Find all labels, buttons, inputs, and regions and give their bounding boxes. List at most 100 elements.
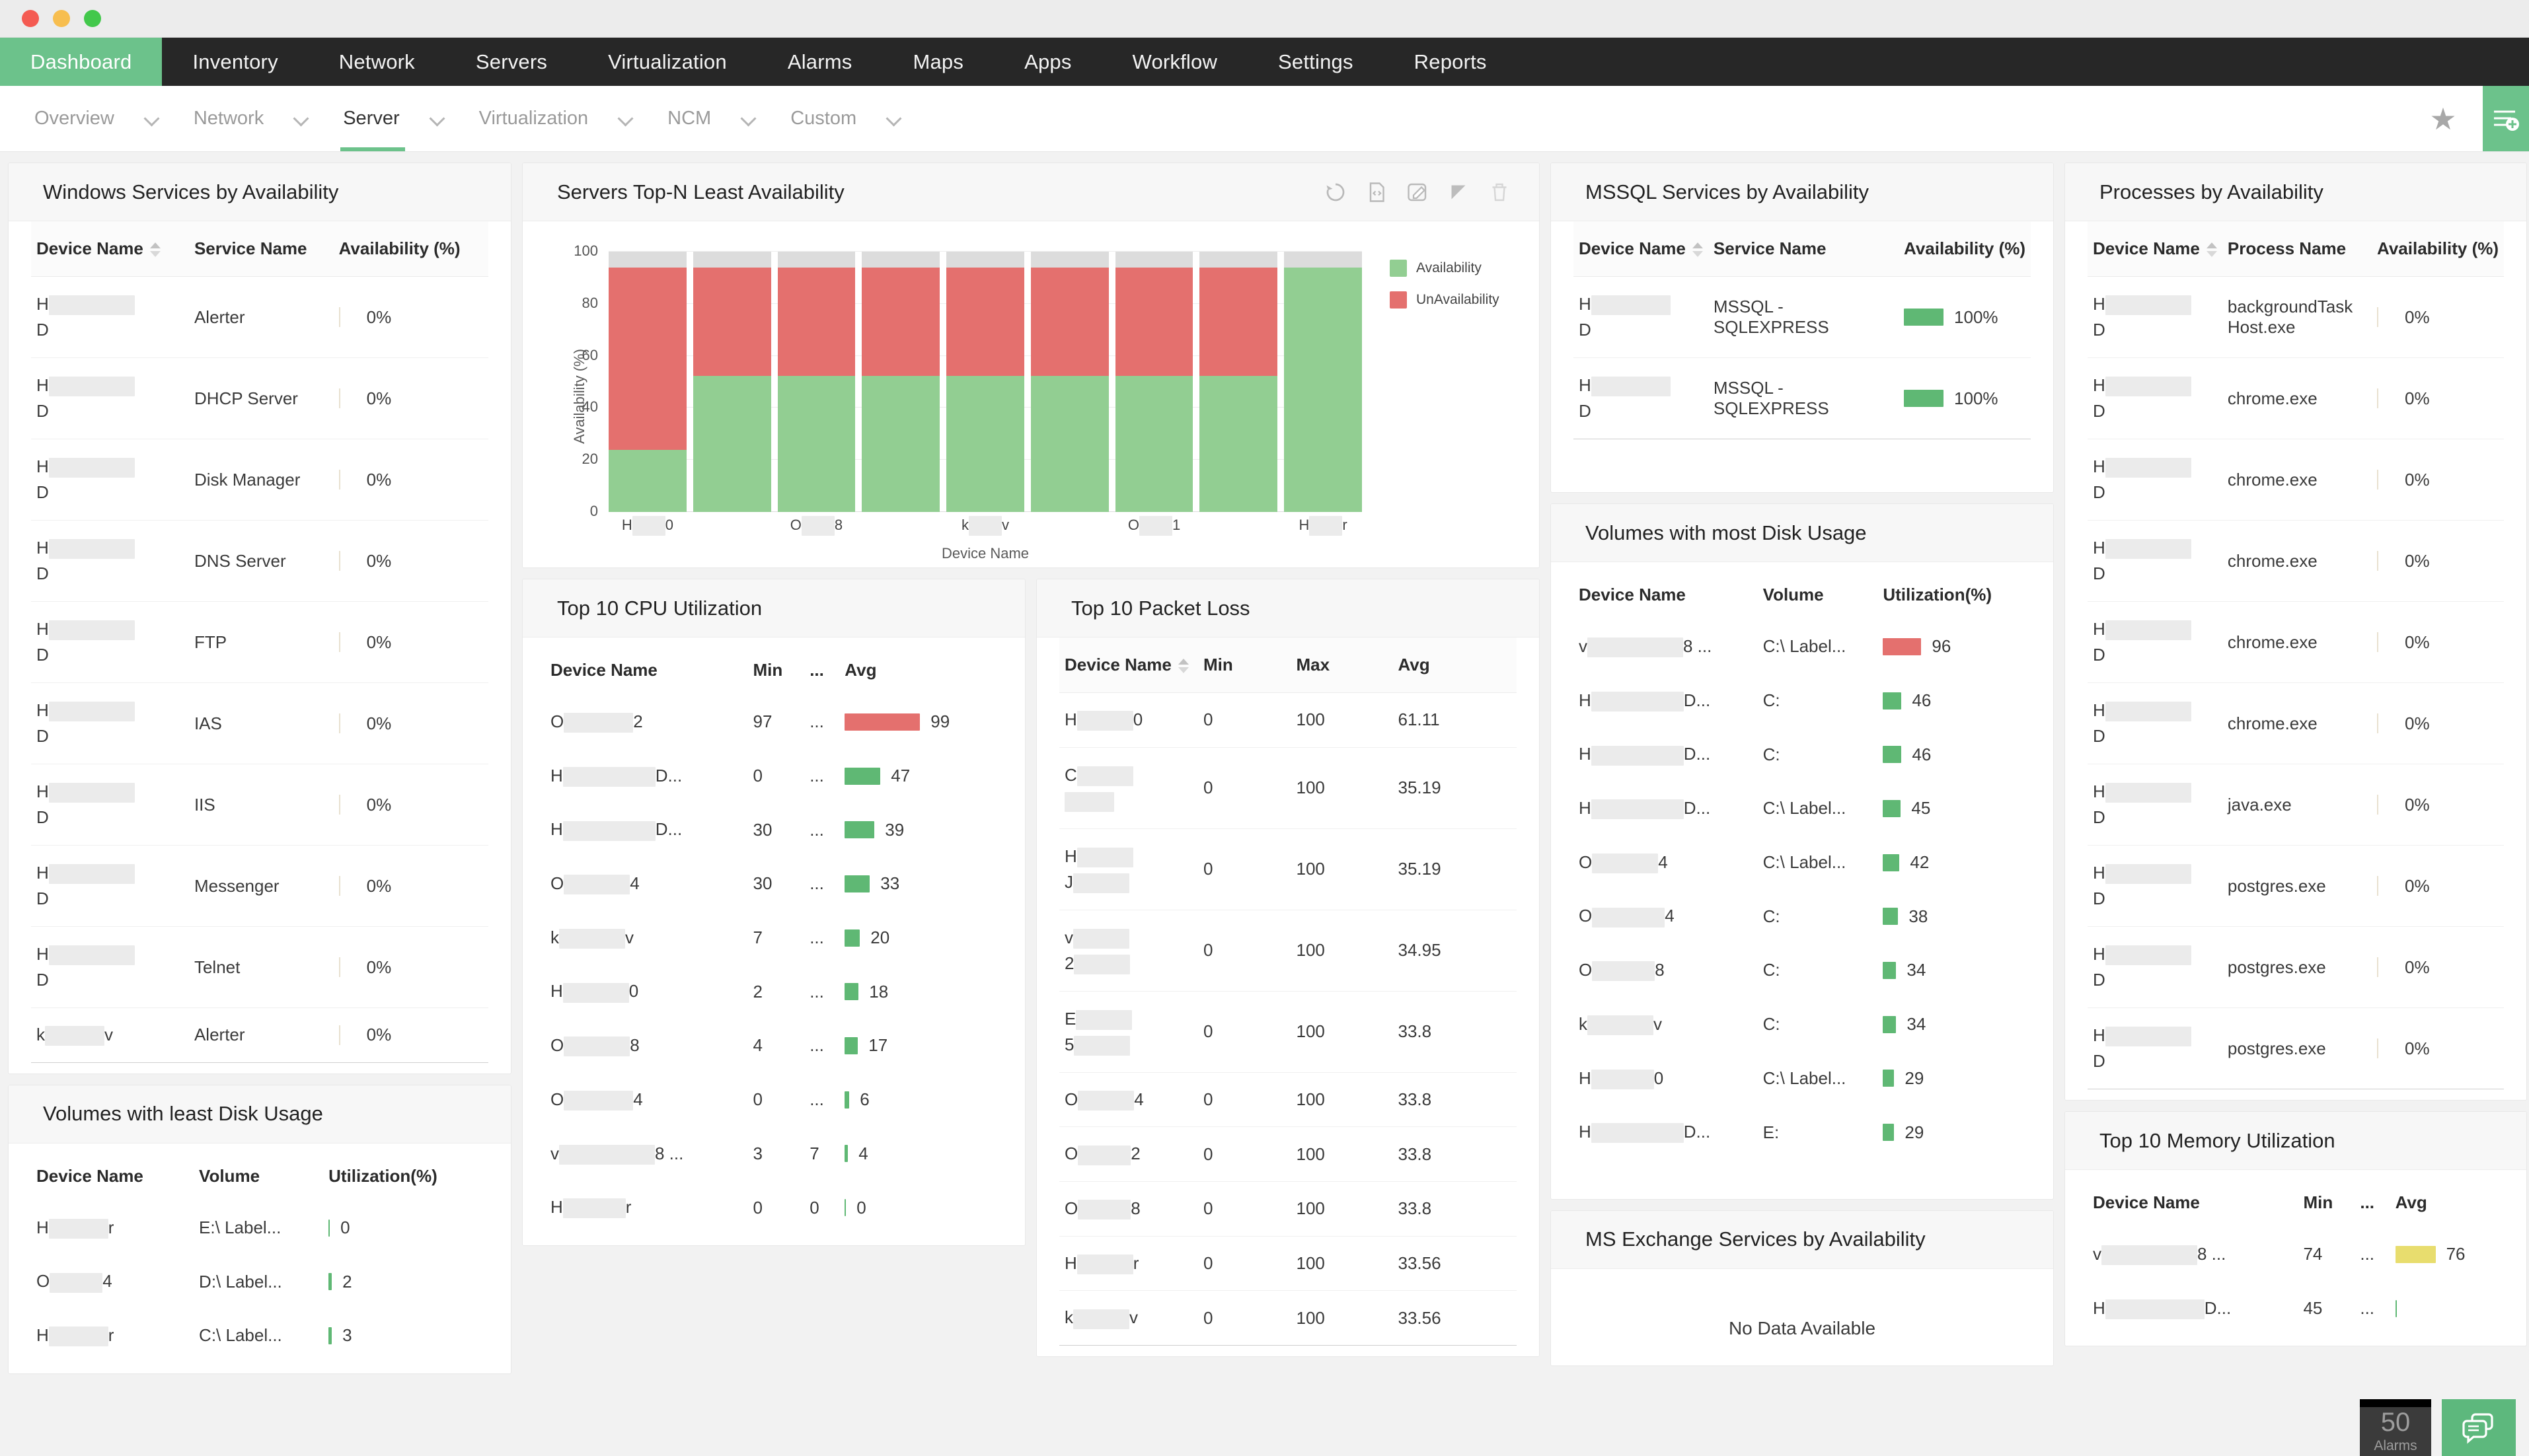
col-availability[interactable]: Availability (%) bbox=[333, 221, 488, 277]
col-avg[interactable]: Avg bbox=[839, 637, 1002, 695]
chart-bar[interactable] bbox=[1199, 252, 1278, 512]
table-row[interactable]: H D MSSQL - SQLEXPRESS 100% bbox=[1573, 357, 2031, 439]
col-min[interactable]: Min bbox=[2298, 1170, 2355, 1227]
window-maximize-button[interactable] bbox=[84, 10, 101, 27]
table-row[interactable]: H D... C:\ Label... 45 bbox=[1573, 782, 2031, 836]
add-widget-button[interactable] bbox=[2483, 86, 2529, 151]
table-row[interactable]: O 4 C:\ Label... 42 bbox=[1573, 836, 2031, 890]
edit-icon[interactable] bbox=[1406, 180, 1429, 204]
col-device-name[interactable]: Device Name bbox=[2088, 1170, 2298, 1227]
table-row[interactable]: H 0 0 100 61.11 bbox=[1059, 692, 1517, 748]
nav-item-maps[interactable]: Maps bbox=[882, 38, 994, 86]
col-volume[interactable]: Volume bbox=[1757, 562, 1878, 620]
table-row[interactable]: Hr000 bbox=[545, 1181, 1002, 1235]
col-availability[interactable]: Availability (%) bbox=[2372, 221, 2504, 277]
col-service-name[interactable]: Service Name bbox=[188, 221, 334, 277]
legend-item[interactable]: UnAvailability bbox=[1390, 291, 1499, 309]
table-row[interactable]: O 4 D:\ Label... 2 bbox=[31, 1255, 488, 1309]
col-min[interactable]: Min bbox=[1198, 637, 1291, 693]
table-row[interactable]: k v 0 100 33.56 bbox=[1059, 1290, 1517, 1346]
table-row[interactable]: k v Alerter 0% bbox=[31, 1007, 488, 1063]
sort-icon[interactable] bbox=[2206, 242, 2217, 258]
nav-item-settings[interactable]: Settings bbox=[1248, 38, 1384, 86]
window-close-button[interactable] bbox=[22, 10, 39, 27]
chevron-down-icon[interactable] bbox=[619, 112, 633, 126]
table-row[interactable]: E 5 0 100 33.8 bbox=[1059, 991, 1517, 1073]
col-device-name[interactable]: Device Name bbox=[1059, 637, 1198, 693]
sort-icon[interactable] bbox=[1178, 659, 1189, 674]
table-row[interactable]: O 2 0 100 33.8 bbox=[1059, 1126, 1517, 1183]
nav-item-reports[interactable]: Reports bbox=[1384, 38, 1517, 86]
table-row[interactable]: H D... C: 46 bbox=[1573, 674, 2031, 728]
chart-bar[interactable] bbox=[777, 252, 856, 512]
nav-item-servers[interactable]: Servers bbox=[445, 38, 578, 86]
chart-bar[interactable] bbox=[609, 252, 687, 512]
alarms-badge[interactable]: 50 Alarms bbox=[2360, 1399, 2431, 1456]
chat-button[interactable] bbox=[2442, 1399, 2516, 1456]
nav-item-inventory[interactable]: Inventory bbox=[162, 38, 308, 86]
table-row[interactable]: v8 ... 74... 76 bbox=[2088, 1227, 2504, 1282]
sort-icon[interactable] bbox=[1692, 242, 1703, 258]
table-row[interactable]: H D DHCP Server 0% bbox=[31, 357, 488, 439]
col-volume[interactable]: Volume bbox=[194, 1143, 324, 1201]
legend-item[interactable]: Availability bbox=[1390, 260, 1499, 277]
table-row[interactable]: H Dpostgres.exe 0% bbox=[2088, 1007, 2504, 1089]
table-row[interactable]: H D... 45... bbox=[2088, 1282, 2504, 1336]
col-avg[interactable]: Avg bbox=[2390, 1170, 2504, 1227]
chevron-down-icon[interactable] bbox=[145, 112, 159, 126]
subnav-item-ncm[interactable]: NCM bbox=[633, 86, 756, 151]
table-row[interactable]: C 0 100 35.19 bbox=[1059, 747, 1517, 829]
table-row[interactable]: H D FTP 0% bbox=[31, 601, 488, 683]
table-row[interactable]: H Dpostgres.exe 0% bbox=[2088, 926, 2504, 1008]
table-row[interactable]: Hr 0 100 33.56 bbox=[1059, 1236, 1517, 1292]
nav-item-network[interactable]: Network bbox=[309, 38, 445, 86]
col-device-name[interactable]: Device Name bbox=[2088, 221, 2222, 277]
table-row[interactable]: O 2 97... 99 bbox=[545, 695, 1002, 749]
table-row[interactable]: H D... 30... 39 bbox=[545, 803, 1002, 857]
table-row[interactable]: H DbackgroundTask Host.exe 0% bbox=[2088, 276, 2504, 358]
table-row[interactable]: O 4 0 100 33.8 bbox=[1059, 1072, 1517, 1128]
table-row[interactable]: H D MSSQL - SQLEXPRESS 100% bbox=[1573, 276, 2031, 358]
col-min[interactable]: Min bbox=[747, 637, 805, 695]
table-row[interactable]: H D DNS Server 0% bbox=[31, 520, 488, 602]
chart-bar[interactable] bbox=[1284, 252, 1363, 512]
subnav-item-server[interactable]: Server bbox=[309, 86, 444, 151]
nav-item-virtualization[interactable]: Virtualization bbox=[578, 38, 757, 86]
subnav-item-network[interactable]: Network bbox=[159, 86, 309, 151]
chevron-down-icon[interactable] bbox=[294, 112, 309, 126]
chevron-down-icon[interactable] bbox=[741, 112, 756, 126]
refresh-icon[interactable] bbox=[1324, 180, 1347, 204]
subnav-item-custom[interactable]: Custom bbox=[756, 86, 901, 151]
subnav-item-virtualization[interactable]: Virtualization bbox=[445, 86, 634, 151]
table-row[interactable]: H D... C: 46 bbox=[1573, 727, 2031, 782]
col-ellipsis[interactable]: ... bbox=[804, 637, 840, 695]
table-row[interactable]: H Djava.exe 0% bbox=[2088, 764, 2504, 846]
nav-item-dashboard[interactable]: Dashboard bbox=[0, 38, 163, 86]
table-row[interactable]: k v C: 34 bbox=[1573, 998, 2031, 1052]
table-row[interactable]: O 8 4... 17 bbox=[545, 1019, 1002, 1073]
col-device-name[interactable]: Device Name bbox=[31, 1143, 194, 1201]
table-row[interactable]: O 4 0... 6 bbox=[545, 1073, 1002, 1127]
sort-icon[interactable] bbox=[149, 242, 161, 258]
table-row[interactable]: H D... E: 29 bbox=[1573, 1105, 2031, 1159]
col-device-name[interactable]: Device Name bbox=[1573, 562, 1758, 620]
col-utilization[interactable]: Utilization(%) bbox=[323, 1143, 488, 1201]
chart-bar[interactable] bbox=[1030, 252, 1109, 512]
table-row[interactable]: Hr E:\ Label... 0 bbox=[31, 1201, 488, 1255]
nav-item-alarms[interactable]: Alarms bbox=[757, 38, 883, 86]
table-row[interactable]: H Dchrome.exe 0% bbox=[2088, 520, 2504, 602]
table-row[interactable]: H Dchrome.exe 0% bbox=[2088, 357, 2504, 439]
table-row[interactable]: H J 0 100 35.19 bbox=[1059, 828, 1517, 910]
table-row[interactable]: H D IAS 0% bbox=[31, 682, 488, 764]
table-row[interactable]: H D Telnet 0% bbox=[31, 926, 488, 1008]
col-service-name[interactable]: Service Name bbox=[1708, 221, 1899, 277]
chevron-down-icon[interactable] bbox=[430, 112, 445, 126]
table-row[interactable]: H 0 2... 18 bbox=[545, 965, 1002, 1019]
window-minimize-button[interactable] bbox=[53, 10, 70, 27]
subnav-item-overview[interactable]: Overview bbox=[0, 86, 159, 151]
col-device-name[interactable]: Device Name bbox=[545, 637, 748, 695]
chart-bar[interactable] bbox=[862, 252, 940, 512]
table-row[interactable]: H D... 0... 47 bbox=[545, 749, 1002, 803]
nav-item-workflow[interactable]: Workflow bbox=[1102, 38, 1248, 86]
chart-bar[interactable] bbox=[1115, 252, 1193, 512]
